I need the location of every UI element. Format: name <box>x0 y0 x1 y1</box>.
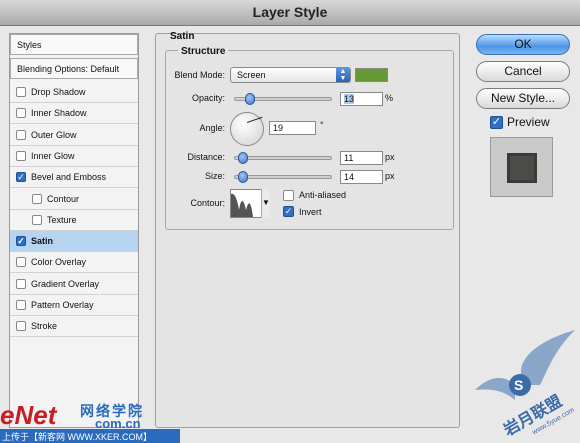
sidebar-item-label: Color Overlay <box>31 257 87 268</box>
sidebar-item-outer-glow[interactable]: Outer Glow <box>10 125 138 146</box>
sidebar-item-label: Bevel and Emboss <box>31 172 107 183</box>
slider-track <box>234 156 332 160</box>
sidebar-checkbox[interactable] <box>16 129 26 140</box>
preview-checkbox[interactable]: ✓ <box>490 116 503 129</box>
sidebar-checkbox[interactable] <box>32 193 42 204</box>
sidebar-item-drop-shadow[interactable]: Drop Shadow <box>10 82 138 103</box>
size-slider[interactable] <box>234 171 332 183</box>
anti-aliased-checkbox[interactable] <box>283 190 294 201</box>
sidebar-checkbox[interactable] <box>16 108 26 119</box>
watermark-brand: eNet <box>0 400 57 430</box>
contour-curve-icon <box>231 193 253 217</box>
sidebar-checkbox[interactable] <box>16 278 26 289</box>
slider-track <box>234 175 332 179</box>
distance-label: Distance: <box>187 152 225 162</box>
sidebar-item-label: Stroke <box>31 321 58 332</box>
sidebar-checkbox[interactable] <box>16 300 26 310</box>
angle-unit: ° <box>320 120 324 130</box>
style-preview <box>490 137 553 197</box>
blend-mode-value: Screen <box>237 70 266 80</box>
slider-thumb[interactable] <box>238 171 248 183</box>
sidebar-checkbox[interactable] <box>16 321 26 332</box>
cancel-button[interactable]: Cancel <box>476 61 570 82</box>
sidebar-item-label: Inner Shadow <box>31 108 87 119</box>
sidebar-item-inner-glow[interactable]: Inner Glow <box>10 146 138 167</box>
wings-logo-icon: S <box>475 330 575 400</box>
opacity-field[interactable]: 13 <box>340 92 383 106</box>
5yue-watermark: S 岩月联盟 www.5yue.com <box>470 330 580 443</box>
sidebar-checkbox[interactable]: ✓ <box>16 236 26 247</box>
sidebar-item-stroke[interactable]: Stroke <box>10 316 138 338</box>
opacity-unit: % <box>385 93 394 103</box>
anti-aliased-label: Anti-aliased <box>299 190 347 200</box>
angle-needle <box>247 116 263 123</box>
sidebar-checkbox[interactable]: ✓ <box>16 172 26 183</box>
ok-button[interactable]: OK <box>476 34 570 55</box>
distance-slider[interactable] <box>234 152 332 164</box>
color-swatch[interactable] <box>355 68 388 82</box>
sidebar-item-gradient-overlay[interactable]: Gradient Overlay <box>10 274 138 295</box>
new-style-button[interactable]: New Style... <box>476 88 570 109</box>
invert-checkbox[interactable]: ✓ <box>283 206 294 217</box>
sidebar-item-styles[interactable]: Styles <box>10 34 138 55</box>
svg-text:S: S <box>514 377 523 393</box>
opacity-label: Opacity: <box>191 93 225 103</box>
sidebar-item-label: Texture <box>47 214 77 225</box>
sidebar-item-bevel-and-emboss[interactable]: ✓ Bevel and Emboss <box>10 167 138 189</box>
blend-mode-select[interactable]: Screen ▲ ▼ <box>230 67 351 83</box>
sidebar-item-label: Styles <box>17 40 42 50</box>
size-field[interactable]: 14 <box>340 170 383 184</box>
sidebar-checkbox[interactable] <box>16 257 26 268</box>
section-title: Satin <box>170 31 195 42</box>
preview-swatch <box>507 153 537 183</box>
sidebar-item-label: Blending Options: Default <box>17 64 120 74</box>
sidebar-item-label: Gradient Overlay <box>31 278 100 289</box>
enet-watermark: eNet 网络学院 com.cn 上传于【新客网 WWW.XKER.COM】 <box>0 400 210 443</box>
opacity-slider[interactable] <box>234 93 332 105</box>
window-title: Layer Style <box>0 0 580 26</box>
slider-thumb[interactable] <box>238 152 248 164</box>
sidebar-item-label: Drop Shadow <box>31 87 86 97</box>
sidebar-item-label: Pattern Overlay <box>31 300 94 310</box>
sidebar-item-color-overlay[interactable]: Color Overlay <box>10 252 138 274</box>
distance-unit: px <box>385 152 395 162</box>
angle-field[interactable]: 19 <box>269 121 316 135</box>
size-unit: px <box>385 171 395 181</box>
angle-label: Angle: <box>199 123 225 133</box>
blend-mode-label: Blend Mode: <box>174 70 225 80</box>
preview-label: Preview <box>507 115 550 129</box>
sidebar-checkbox[interactable] <box>16 87 26 97</box>
slider-thumb[interactable] <box>245 93 255 105</box>
sidebar-item-label: Contour <box>47 193 80 204</box>
sidebar-item-label: Outer Glow <box>31 129 77 140</box>
sidebar-checkbox[interactable] <box>32 214 42 225</box>
sidebar-checkbox[interactable] <box>16 150 26 161</box>
sidebar-item-inner-shadow[interactable]: Inner Shadow <box>10 103 138 125</box>
group-title: Structure <box>178 46 229 57</box>
sidebar-item-label: Satin <box>31 236 54 247</box>
sidebar-item-texture[interactable]: Texture <box>10 210 138 231</box>
distance-field[interactable]: 11 <box>340 151 383 165</box>
contour-dropdown-arrow-icon[interactable]: ▼ <box>261 189 270 218</box>
sidebar-item-contour[interactable]: Contour <box>10 189 138 210</box>
invert-label: Invert <box>299 207 322 217</box>
sidebar-item-satin[interactable]: ✓ Satin <box>10 231 138 253</box>
sidebar-item-label: Inner Glow <box>31 150 75 161</box>
select-arrows-icon: ▲ ▼ <box>336 68 350 82</box>
sidebar-item-pattern-overlay[interactable]: Pattern Overlay <box>10 295 138 316</box>
size-label: Size: <box>204 171 225 181</box>
contour-label: Contour: <box>190 198 225 208</box>
styles-sidebar: Styles Blending Options: Default Drop Shad… <box>9 33 139 428</box>
angle-dial[interactable] <box>230 112 264 146</box>
sidebar-item-blending-options-default[interactable]: Blending Options: Default <box>10 58 138 79</box>
watermark-line: 上传于【新客网 WWW.XKER.COM】 <box>0 429 180 443</box>
